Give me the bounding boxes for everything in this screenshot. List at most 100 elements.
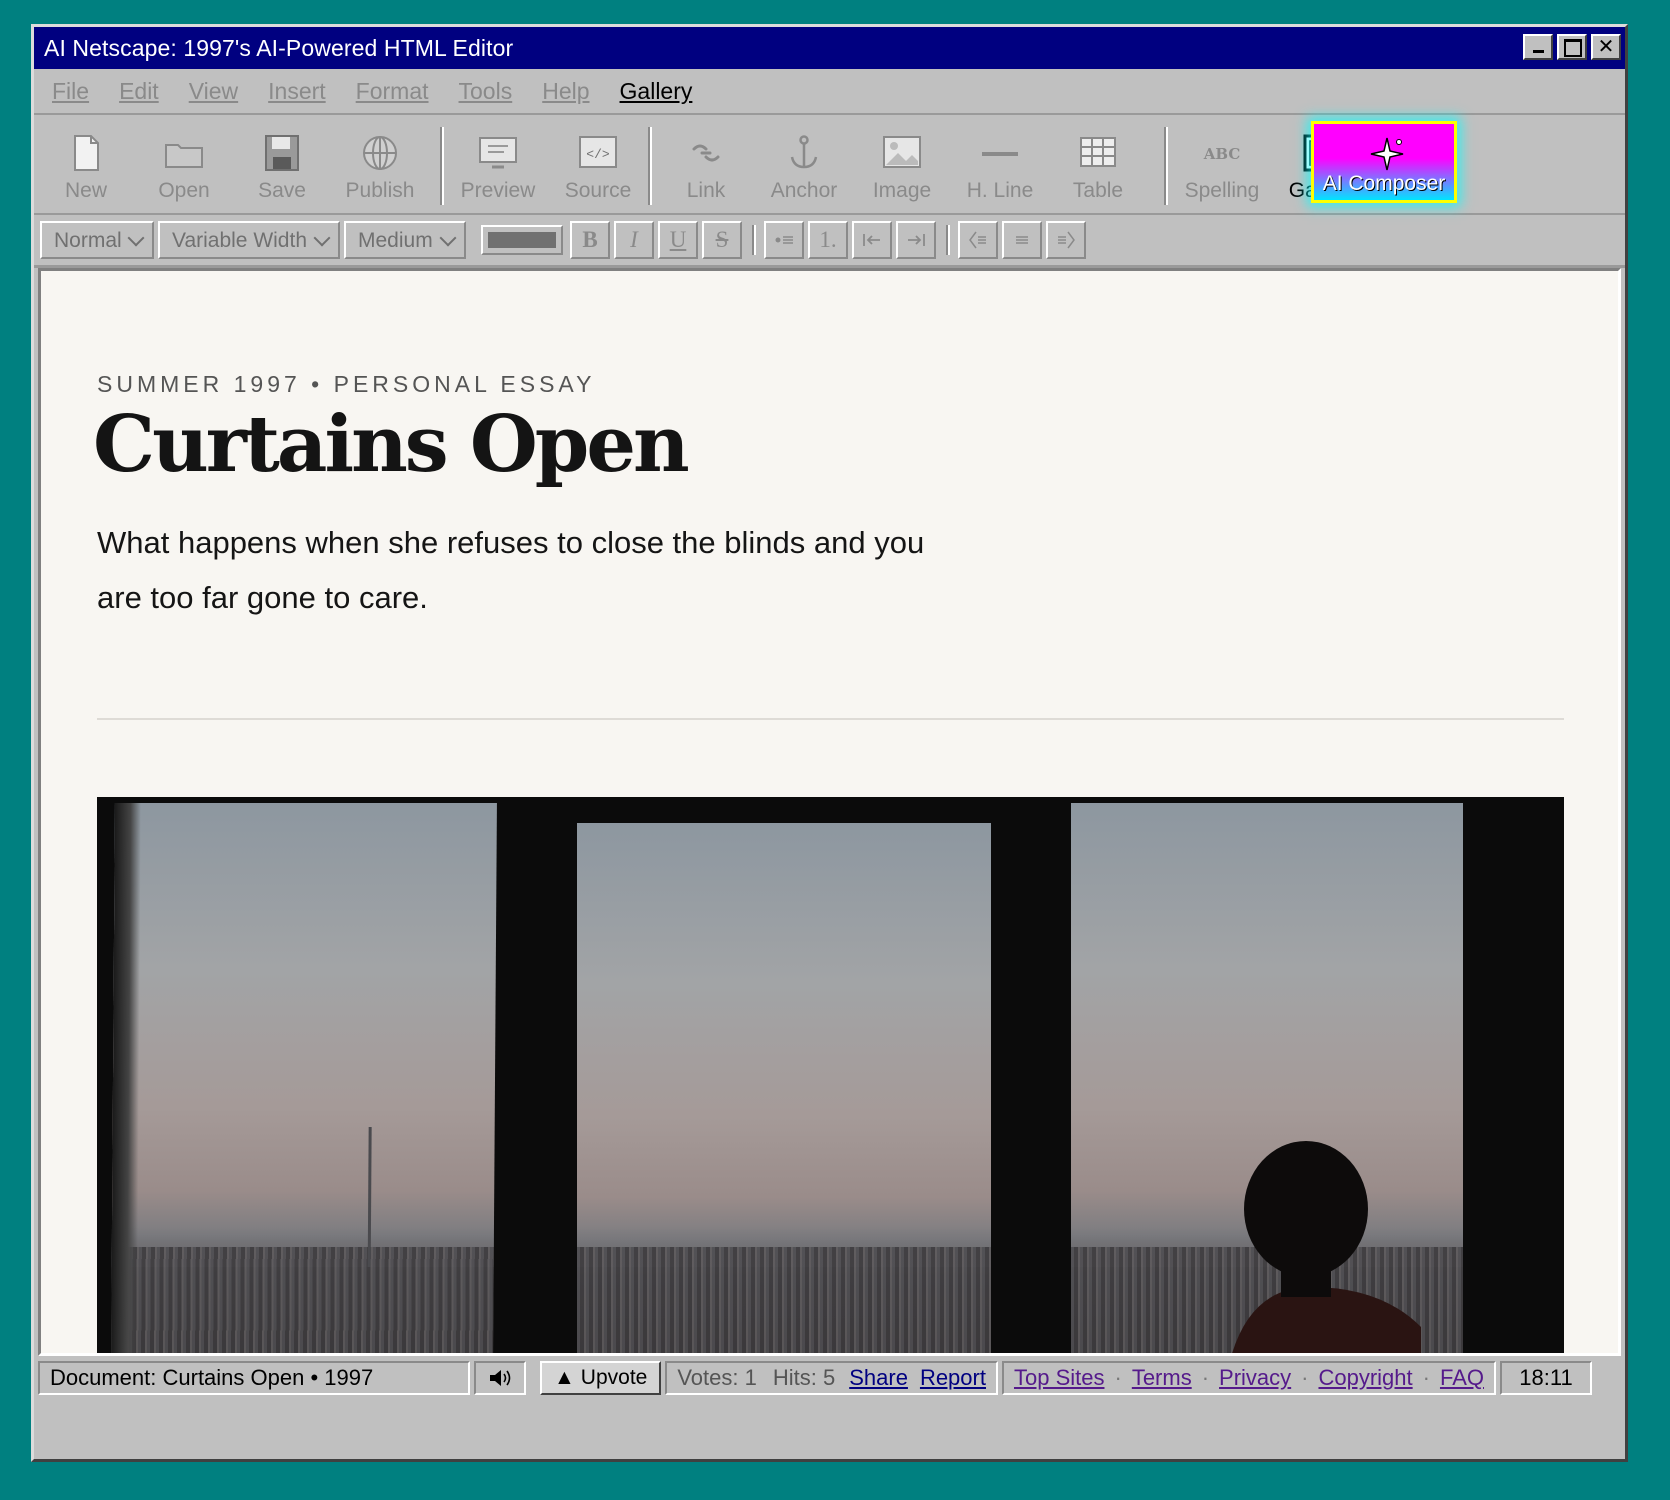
document-canvas[interactable]: SUMMER 1997 • PERSONAL ESSAY Curtains Op… [38, 268, 1621, 1356]
image-button[interactable]: Image [856, 125, 948, 207]
link-button[interactable]: Link [660, 125, 752, 207]
new-document-icon [74, 135, 99, 171]
font-size-select[interactable]: Medium [344, 221, 466, 259]
text-color-picker[interactable] [481, 225, 563, 255]
status-bar: Document: Curtains Open • 1997 ▲ Upvote V… [34, 1357, 1625, 1399]
paragraph-style-select[interactable]: Normal [40, 221, 154, 259]
bold-button[interactable]: B [570, 221, 610, 259]
title-bar[interactable]: AI Netscape: 1997's AI-Powered HTML Edit… [34, 27, 1625, 69]
document-status: Document: Curtains Open • 1997 [38, 1361, 470, 1395]
font-select[interactable]: Variable Width [158, 221, 340, 259]
numbered-list-button[interactable]: 1. [808, 221, 848, 259]
curtain-edge [111, 803, 141, 1353]
bullet-list-icon [775, 236, 793, 244]
window-controls: ✕ [1523, 34, 1621, 60]
svg-text:ABC: ABC [1203, 145, 1241, 163]
chevron-down-icon [127, 229, 145, 247]
underline-button[interactable]: U [658, 221, 698, 259]
chevron-down-icon [439, 229, 457, 247]
table-button[interactable]: Table [1052, 125, 1144, 207]
table-grid-icon [1080, 137, 1116, 167]
window-pane-left [111, 803, 497, 1353]
toolbar-divider [440, 127, 444, 205]
engagement-stats: Votes: 1 Hits: 5 Share Report [665, 1361, 998, 1395]
upvote-button[interactable]: ▲ Upvote [540, 1361, 662, 1395]
menu-insert[interactable]: Insert [268, 78, 326, 105]
bullet-list-button[interactable] [764, 221, 804, 259]
strikethrough-button[interactable]: S [702, 221, 742, 259]
triangle-up-icon: ▲ [554, 1366, 575, 1389]
outdent-icon [863, 234, 880, 246]
menu-tools[interactable]: Tools [459, 78, 513, 105]
align-center-button[interactable] [1002, 221, 1042, 259]
folder-icon [165, 144, 203, 168]
spelling-button[interactable]: ABC Spelling [1176, 125, 1268, 207]
sound-toggle[interactable] [474, 1361, 526, 1395]
align-right-button[interactable] [1046, 221, 1086, 259]
italic-button[interactable]: I [614, 221, 654, 259]
composition-toolbar: New Open Save Publish Preview </> Source… [34, 115, 1625, 215]
align-center-icon [1016, 236, 1028, 244]
chain-link-icon [692, 144, 720, 162]
hero-photo [97, 797, 1564, 1353]
monitor-icon [479, 137, 517, 169]
top-sites-link[interactable]: Top Sites [1014, 1365, 1105, 1391]
open-button[interactable]: Open [138, 125, 230, 207]
privacy-link[interactable]: Privacy [1219, 1365, 1291, 1391]
copyright-link[interactable]: Copyright [1318, 1365, 1412, 1391]
report-link[interactable]: Report [920, 1365, 986, 1391]
anchor-button[interactable]: Anchor [758, 125, 850, 207]
section-divider [97, 718, 1564, 720]
floppy-disk-icon [265, 135, 299, 171]
share-link[interactable]: Share [849, 1365, 908, 1391]
editor-window: AI Netscape: 1997's AI-Powered HTML Edit… [31, 24, 1628, 1462]
color-swatch [488, 232, 556, 248]
format-divider [752, 225, 756, 255]
globe-icon [363, 136, 397, 170]
toolbar-divider [648, 127, 652, 205]
align-right-icon [1058, 231, 1075, 249]
anchor-icon [790, 135, 818, 169]
ai-composer-button[interactable]: AI Composer [1311, 121, 1457, 203]
article-dek: What happens when she refuses to close t… [97, 525, 925, 615]
chevron-down-icon [313, 229, 331, 247]
svg-text:</>: </> [586, 147, 610, 162]
align-left-button[interactable] [958, 221, 998, 259]
sparkle-icon [1370, 137, 1404, 171]
hits-count: Hits: 5 [772, 1365, 836, 1390]
close-button[interactable]: ✕ [1591, 34, 1621, 60]
menu-file[interactable]: File [52, 78, 89, 105]
format-divider [946, 225, 950, 255]
menu-gallery[interactable]: Gallery [620, 78, 693, 105]
code-icon: </> [579, 136, 617, 168]
maximize-button[interactable] [1557, 34, 1587, 60]
footer-links: Top Sites · Terms · Privacy · Copyright · FA… [1001, 1361, 1496, 1395]
speaker-icon [490, 1370, 511, 1386]
horizontal-line-icon [982, 152, 1018, 156]
person-silhouette [1232, 1141, 1421, 1353]
terms-link[interactable]: Terms [1132, 1365, 1192, 1391]
horizontal-line-button[interactable]: H. Line [954, 125, 1046, 207]
align-left-icon [969, 231, 986, 249]
menu-format[interactable]: Format [356, 78, 429, 105]
format-toolbar: Normal Variable Width Medium B I U S 1. [34, 215, 1625, 268]
indent-button[interactable] [896, 221, 936, 259]
article-headline: Curtains Open [93, 399, 690, 490]
menu-view[interactable]: View [189, 78, 238, 105]
outdent-button[interactable] [852, 221, 892, 259]
faq-link[interactable]: FAQ [1440, 1365, 1484, 1391]
spellcheck-icon: ABC [1203, 145, 1241, 163]
new-button[interactable]: New [40, 125, 132, 207]
votes-count: Votes: 1 [677, 1365, 757, 1390]
menu-edit[interactable]: Edit [119, 78, 159, 105]
close-icon: ✕ [1597, 36, 1615, 58]
menu-bar: File Edit View Insert Format Tools Help … [34, 69, 1625, 115]
save-button[interactable]: Save [236, 125, 328, 207]
publish-button[interactable]: Publish [334, 125, 426, 207]
preview-button[interactable]: Preview [452, 125, 544, 207]
source-button[interactable]: </> Source [552, 125, 644, 207]
article-kicker: SUMMER 1997 • PERSONAL ESSAY [97, 371, 596, 397]
minimize-button[interactable] [1523, 34, 1553, 60]
menu-help[interactable]: Help [542, 78, 589, 105]
window-pane-center [577, 823, 991, 1353]
